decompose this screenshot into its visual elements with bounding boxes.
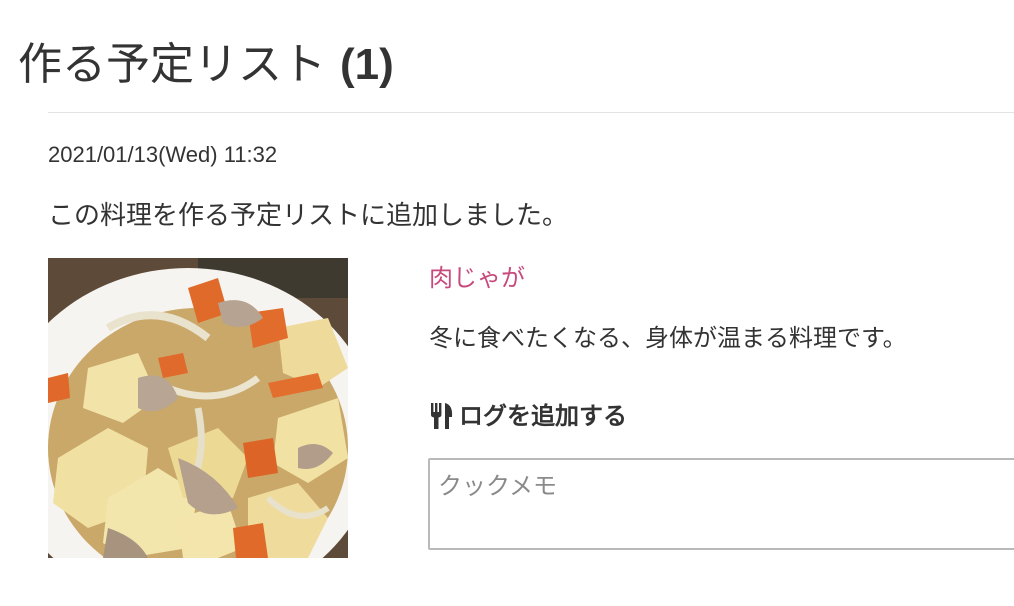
- utensils-icon: [429, 401, 455, 431]
- title-divider: [48, 112, 1014, 113]
- entry-timestamp: 2021/01/13(Wed) 11:32: [48, 142, 278, 167]
- recipe-photo[interactable]: [48, 258, 348, 558]
- log-heading: ログを追加する: [429, 398, 627, 434]
- log-heading-label: ログを追加する: [459, 402, 627, 430]
- page-title-text: 作る予定リスト: [18, 39, 326, 90]
- page-title-count: (1): [340, 40, 394, 89]
- page-title: 作る予定リスト (1): [18, 30, 394, 100]
- cook-memo-input[interactable]: [428, 458, 1014, 550]
- recipe-description: 冬に食べたくなる、身体が温まる料理です。: [429, 324, 907, 352]
- recipe-name-link[interactable]: 肉じゃが: [429, 260, 525, 296]
- entry-message: この料理を作る予定リストに追加しました。: [48, 201, 569, 231]
- nikujaga-photo-image: [48, 258, 348, 558]
